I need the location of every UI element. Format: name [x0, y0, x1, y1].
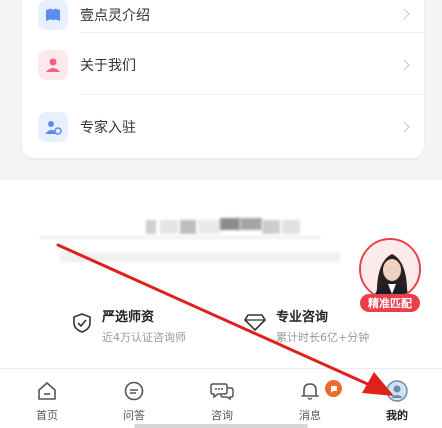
notification-badge-icon	[325, 380, 342, 397]
divider	[80, 94, 424, 95]
bottom-tab-bar: 首页 问答 咨询 消息 我的	[0, 368, 442, 428]
expert-icon	[38, 112, 68, 142]
blurred-banner	[20, 218, 320, 240]
match-label: 精准匹配	[360, 294, 420, 312]
precise-match-button[interactable]: 精准匹配	[357, 238, 423, 312]
consultant-avatar	[359, 238, 421, 300]
feature-professional-consult: 专业咨询 累计时长6亿+分钟	[243, 306, 370, 345]
feature-title: 严选师资	[102, 310, 155, 325]
chevron-right-icon	[398, 121, 410, 133]
consult-icon	[210, 379, 234, 403]
home-indicator	[134, 424, 308, 428]
menu-card: 壹点灵介绍 关于我们 专家入驻	[22, 0, 424, 158]
menu-item-label: 壹点灵介绍	[80, 8, 150, 24]
shield-icon	[72, 312, 92, 338]
tab-label: 消息	[299, 409, 321, 422]
feature-subtitle: 近4万认证咨询师	[102, 331, 186, 344]
tab-label: 我的	[386, 409, 408, 422]
menu-item-expert[interactable]: 专家入驻	[22, 96, 424, 158]
tab-messages[interactable]: 消息	[266, 369, 354, 428]
profile-icon	[385, 379, 409, 403]
menu-item-label: 关于我们	[80, 58, 136, 74]
tab-consult[interactable]: 咨询	[178, 369, 266, 428]
tab-label: 咨询	[211, 409, 233, 422]
menu-item-label: 专家入驻	[80, 120, 136, 136]
blurred-line	[60, 252, 340, 262]
bell-icon	[298, 379, 322, 403]
feature-selected-teachers: 严选师资 近4万认证咨询师	[72, 306, 186, 345]
tab-qa[interactable]: 问答	[90, 369, 178, 428]
chevron-right-icon	[398, 8, 410, 20]
tab-profile[interactable]: 我的	[353, 369, 441, 428]
tab-label: 问答	[123, 409, 145, 422]
menu-item-about[interactable]: 关于我们	[22, 34, 424, 96]
chevron-right-icon	[398, 59, 410, 71]
feature-subtitle: 累计时长6亿+分钟	[276, 331, 370, 344]
qa-icon	[122, 379, 146, 403]
diamond-icon	[243, 312, 267, 336]
home-icon	[35, 379, 59, 403]
user-icon	[38, 50, 68, 80]
feature-title: 专业咨询	[276, 310, 329, 325]
tab-label: 首页	[36, 409, 58, 422]
book-icon	[38, 0, 68, 30]
tab-home[interactable]: 首页	[3, 369, 91, 428]
divider	[80, 32, 424, 33]
